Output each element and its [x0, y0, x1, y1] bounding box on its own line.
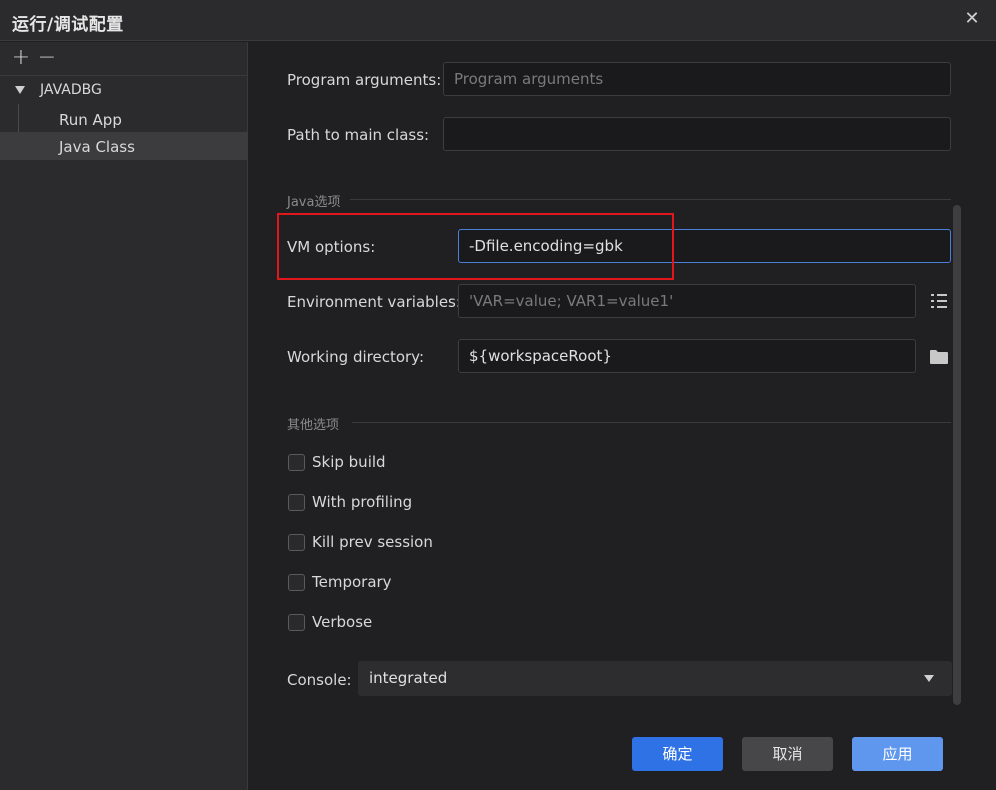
form-scrollbar[interactable]	[953, 205, 961, 705]
ok-button[interactable]: 确定	[632, 737, 723, 771]
console-select[interactable]: integrated	[358, 661, 952, 696]
section-divider	[352, 422, 951, 423]
console-select-value: integrated	[369, 669, 448, 687]
working-dir-input[interactable]: ${workspaceRoot}	[458, 339, 916, 373]
sidebar-toolbar: + −	[0, 42, 248, 76]
checkbox-label: Kill prev session	[312, 533, 433, 551]
add-icon[interactable]: +	[10, 46, 32, 70]
env-vars-label: Environment variables:	[287, 293, 461, 311]
checkbox-label: Verbose	[312, 613, 373, 631]
title-bar: 运行/调试配置 ✕	[0, 0, 996, 41]
dialog-title: 运行/调试配置	[12, 15, 124, 35]
remove-icon[interactable]: −	[36, 46, 58, 70]
chevron-down-icon	[924, 675, 934, 682]
tree-root-label: JAVADBG	[40, 82, 102, 98]
tree-item-label: Java Class	[59, 138, 135, 156]
checkbox-box[interactable]	[288, 574, 305, 591]
checkbox-label: Temporary	[312, 573, 392, 591]
tree-item-label: Run App	[59, 111, 122, 129]
cancel-button[interactable]: 取消	[742, 737, 833, 771]
list-icon[interactable]	[931, 293, 949, 309]
folder-icon[interactable]	[930, 349, 948, 364]
checkbox-box[interactable]	[288, 454, 305, 471]
console-label: Console:	[287, 671, 352, 689]
checkbox-label: With profiling	[312, 493, 413, 511]
main-class-label: Path to main class:	[287, 126, 430, 144]
main-class-input[interactable]	[443, 117, 951, 151]
checkbox-box[interactable]	[288, 614, 305, 631]
working-dir-label: Working directory:	[287, 348, 425, 366]
tree-root-javadbg[interactable]: JAVADBG	[0, 79, 248, 103]
program-arguments-input[interactable]: Program arguments	[443, 62, 951, 96]
checkbox-box[interactable]	[288, 534, 305, 551]
tree-item-java-class[interactable]: Java Class	[0, 132, 248, 160]
checkbox-label: Skip build	[312, 453, 386, 471]
program-arguments-label: Program arguments:	[287, 71, 442, 89]
other-options-section-title: 其他选项	[287, 418, 340, 433]
checkbox-box[interactable]	[288, 494, 305, 511]
apply-button[interactable]: 应用	[852, 737, 943, 771]
java-options-section-title: Java选项	[287, 195, 341, 210]
expand-caret-icon[interactable]	[15, 86, 25, 94]
config-sidebar: + − JAVADBG Run App Java Class	[0, 42, 248, 790]
env-vars-input[interactable]: 'VAR=value; VAR1=value1'	[458, 284, 916, 318]
section-divider	[350, 199, 951, 200]
close-icon[interactable]: ✕	[962, 8, 982, 30]
tree-item-run-app[interactable]: Run App	[0, 105, 248, 133]
highlight-box	[277, 213, 674, 280]
